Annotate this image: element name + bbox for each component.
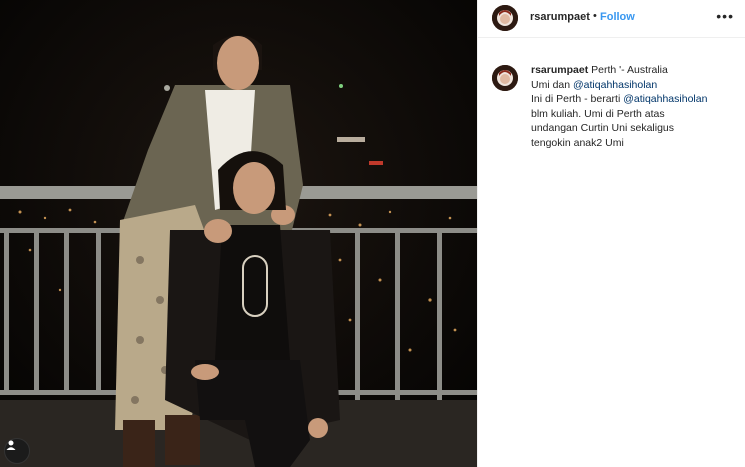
caption-line-text: blm kuliah. Umi di Perth atas (531, 107, 665, 120)
profile-picture-icon (492, 5, 518, 31)
caption-location: Perth '- Australia (591, 64, 668, 76)
post-photo[interactable] (0, 0, 477, 467)
follow-button[interactable]: Follow (600, 11, 635, 23)
mention-link[interactable]: @atiqahhasiholan (573, 79, 657, 91)
caption-line-text: Ini di Perth - berarti (531, 93, 624, 105)
photo-illustration (0, 0, 477, 467)
post-header: rsarumpaet • Follow ••• (478, 0, 745, 38)
caption-line-text: Umi dan (531, 78, 574, 91)
caption-username-link[interactable]: rsarumpaet (531, 64, 588, 76)
mention-link[interactable]: @atiqahhasiholan (623, 93, 707, 105)
username-link[interactable]: rsarumpaet (530, 11, 590, 23)
separator-dot: • (593, 10, 597, 22)
avatar[interactable] (492, 5, 518, 31)
caption-line-text: tengokin anak2 Umi (531, 136, 624, 149)
more-options-icon[interactable]: ••• (716, 9, 734, 23)
user-icon (6, 440, 16, 450)
caption-text: rsarumpaet Perth '- Australia Umi dan @a… (531, 63, 741, 150)
profile-picture-icon (492, 65, 518, 91)
caption-line-text: undangan Curtin Uni sekaligus (531, 122, 675, 134)
post-side-panel: rsarumpaet • Follow ••• rsarumpaet Perth… (477, 0, 745, 467)
tagged-users-button[interactable] (4, 438, 30, 464)
caption-avatar[interactable] (492, 65, 518, 91)
